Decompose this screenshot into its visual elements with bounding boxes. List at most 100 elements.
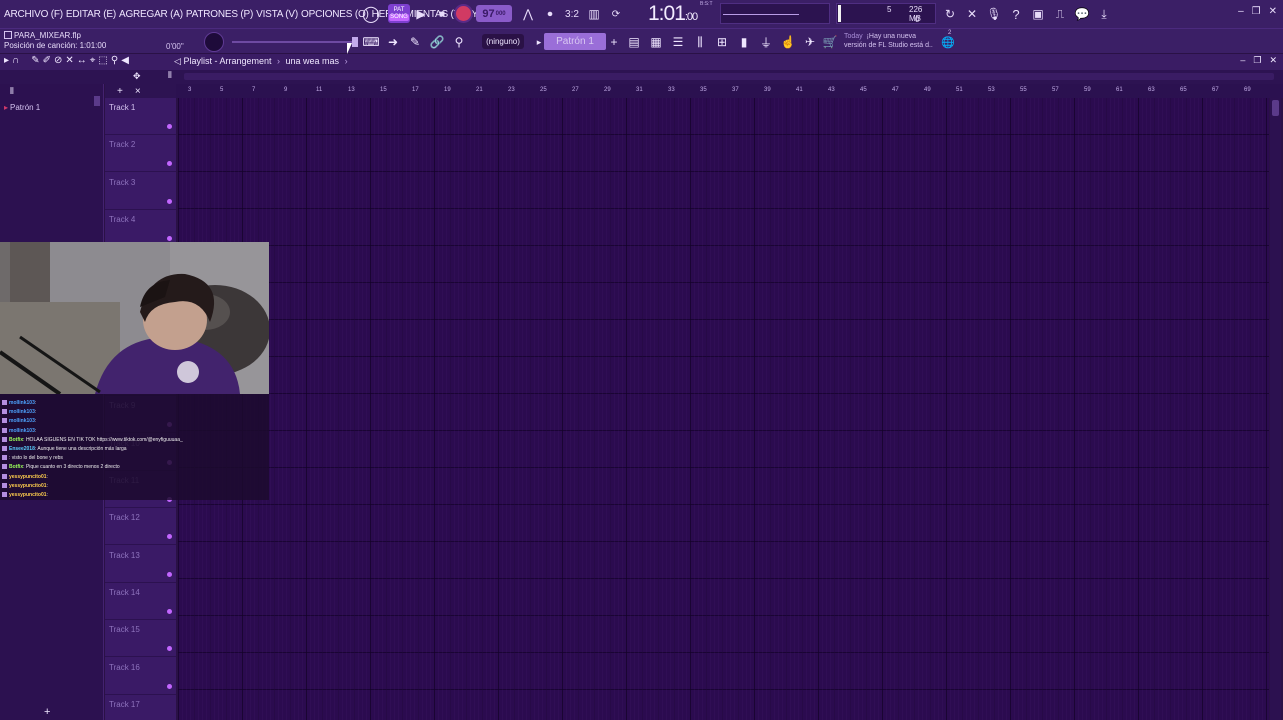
track-mute-dot[interactable] <box>167 124 172 129</box>
pattern-selector[interactable]: Patrón 1 <box>544 33 606 50</box>
wait-input-icon[interactable]: ⏺ <box>540 4 560 24</box>
plugin-picker-icon[interactable]: ▮ <box>734 32 754 52</box>
track-header[interactable]: Track 13 <box>105 546 176 583</box>
mixer-icon[interactable]: ⫼ <box>690 32 710 52</box>
arrow-right-icon[interactable]: ➜ <box>383 32 403 52</box>
picker-icon-tab[interactable]: ⫴ <box>10 86 14 97</box>
help-icon[interactable]: ? <box>1006 4 1026 24</box>
vertical-scrollbar[interactable] <box>1270 98 1281 720</box>
add-track-icon[interactable]: + <box>117 86 123 97</box>
track-mute-dot[interactable] <box>167 608 172 614</box>
add-icon[interactable]: + <box>44 706 50 718</box>
tools-icon[interactable]: ✕ <box>962 4 982 24</box>
menu-patrones[interactable]: PATRONES (P) <box>186 9 253 20</box>
master-pitch-knob[interactable] <box>204 32 224 52</box>
pat-song-toggle[interactable]: PAT SONG <box>388 4 410 23</box>
play-icon[interactable]: ▶ <box>411 4 431 24</box>
vertical-scroll-thumb[interactable] <box>1272 100 1279 116</box>
playlist-close-icon[interactable]: ✕ <box>1269 55 1277 66</box>
countdown-icon[interactable]: 3:2 <box>562 4 582 24</box>
stop-icon[interactable]: ■ <box>432 4 452 24</box>
playlist-minimize-icon[interactable]: – <box>1240 55 1245 66</box>
picker-scroll-handle[interactable] <box>94 96 100 106</box>
maximize-icon[interactable]: ❐ <box>1252 6 1261 17</box>
track-mute-dot[interactable] <box>167 534 172 540</box>
track-mute-dot[interactable] <box>167 198 172 204</box>
chat-bubble-icon[interactable]: 💬 <box>1072 4 1092 24</box>
remove-track-icon[interactable]: × <box>135 86 141 97</box>
arrangement-name[interactable]: una wea mas <box>286 56 340 66</box>
touch-keyboard-icon[interactable]: ☝ <box>778 32 798 52</box>
menu-vista[interactable]: VISTA (V) <box>256 9 298 20</box>
stamp-icon[interactable]: ⚲ <box>449 32 469 52</box>
record-button[interactable] <box>456 6 471 21</box>
link-icon[interactable]: 🔗 <box>427 32 447 52</box>
snap-selector[interactable]: (ninguno) <box>482 34 524 49</box>
track-header[interactable]: Track 2 <box>105 135 176 173</box>
microphone-icon[interactable]: 🎙 <box>984 4 1004 24</box>
pattern-list-item[interactable]: Patrón 1 <box>4 103 40 112</box>
loop-record-icon[interactable]: ⟳ <box>606 4 626 24</box>
playlist-overview-bar: ✥ ⫴ <box>0 70 1283 84</box>
paint-tool-icon[interactable]: ✐ <box>43 55 51 66</box>
pencil-icon[interactable]: ✎ <box>405 32 425 52</box>
horizontal-scrollbar[interactable] <box>184 73 1274 80</box>
options-arrow-icon[interactable]: ▸ <box>4 55 9 66</box>
usb-icon[interactable]: ⎍ <box>1050 4 1070 24</box>
undo-history-icon[interactable]: ↻ <box>940 4 960 24</box>
plug-icon[interactable]: ⏚ <box>756 32 776 52</box>
channel-rack-icon[interactable]: ☰ <box>668 32 688 52</box>
select-tool-icon[interactable]: ⬚ <box>98 55 107 66</box>
file-info: PARA_MIXEAR.flp Posición de canción: 1:0… <box>4 31 106 51</box>
slip-tool-icon[interactable]: ↔ <box>77 55 87 66</box>
picker-icon[interactable]: ⫴ <box>168 70 172 81</box>
mute-tool-icon[interactable]: ✕ <box>65 55 73 66</box>
track-mute-dot[interactable] <box>167 235 172 241</box>
browser-icon[interactable]: ⊞ <box>712 32 732 52</box>
playlist-icon[interactable]: ▤ <box>624 32 644 52</box>
hint-circle-icon[interactable]: ◯ <box>361 4 381 24</box>
playback-tool-icon[interactable]: ◀ <box>121 55 129 66</box>
draw-tool-icon[interactable]: ✎ <box>31 55 39 66</box>
menu-agregar[interactable]: AGREGAR (A) <box>119 9 183 20</box>
metronome-icon[interactable]: ⋀ <box>518 4 538 24</box>
track-header[interactable]: Track 12 <box>105 508 176 546</box>
chat-username: mollink103 <box>9 400 35 406</box>
close-icon[interactable]: ✕ <box>1269 6 1277 17</box>
shop-icon[interactable]: 🛒 <box>820 32 840 52</box>
add-pattern-icon[interactable]: + <box>604 32 624 52</box>
track-header[interactable]: Track 16 <box>105 658 176 695</box>
track-header[interactable]: Track 14 <box>105 583 176 620</box>
track-mute-dot[interactable] <box>167 646 172 652</box>
menu-opciones[interactable]: OPCIONES (O) <box>301 9 369 20</box>
track-mute-dot[interactable] <box>167 571 172 577</box>
track-header[interactable]: Track 3 <box>105 173 176 210</box>
minimize-icon[interactable]: – <box>1238 6 1244 17</box>
master-volume-slider[interactable] <box>232 37 358 47</box>
tempo-display[interactable]: 97 000 <box>476 5 512 22</box>
save-icon[interactable]: ▣ <box>1028 4 1048 24</box>
blend-notes-icon[interactable]: ▥ <box>584 4 604 24</box>
menu-archivo[interactable]: ARCHIVO (F) <box>4 9 63 20</box>
menu-editar[interactable]: EDITAR (E) <box>66 9 116 20</box>
piano-roll-icon[interactable]: ▦ <box>646 32 666 52</box>
slice-tool-icon[interactable]: ⌖ <box>90 55 96 66</box>
track-header[interactable]: Track 15 <box>105 620 176 658</box>
download-icon[interactable]: ⤓ <box>1094 4 1114 24</box>
track-mute-dot[interactable] <box>167 683 172 689</box>
delete-tool-icon[interactable]: ⊘ <box>54 55 62 66</box>
arrangement-grid[interactable] <box>178 98 1269 720</box>
track-mute-dot[interactable] <box>167 161 172 167</box>
playlist-maximize-icon[interactable]: ❐ <box>1253 55 1261 66</box>
piano-icon[interactable]: ⌨ <box>361 32 381 52</box>
snap-value: (ninguno) <box>486 37 520 46</box>
news-panel[interactable]: Today ¡Hay una nueva versión de FL Studi… <box>844 32 933 50</box>
chat-username: yessypuncito01 <box>9 492 47 498</box>
zoom-tool-icon[interactable]: ⚲ <box>111 55 118 66</box>
stretch-icon[interactable]: ✥ <box>133 71 141 82</box>
timeline-ruler[interactable]: 3 5 7 9 11 13 15 17 19 21 23 25 27 29 31 33 35 37 39 41 43 45… <box>176 84 1283 98</box>
track-header[interactable]: Track 1 <box>105 98 176 135</box>
tempo-tapper-icon[interactable]: ✈ <box>800 32 820 52</box>
magnet-icon[interactable]: ∩ <box>12 55 19 66</box>
track-header[interactable]: Track 17 <box>105 695 176 720</box>
